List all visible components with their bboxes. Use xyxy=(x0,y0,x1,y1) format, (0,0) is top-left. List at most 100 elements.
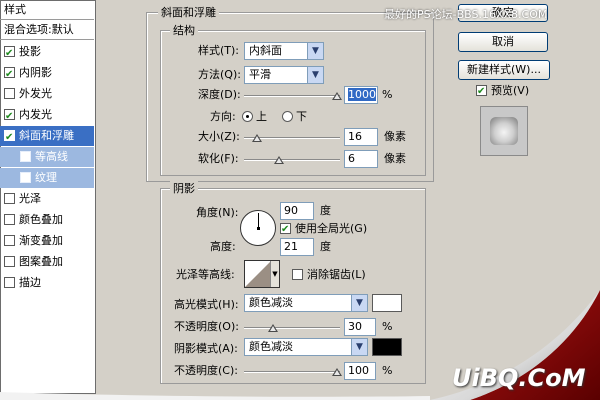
sidebar-item-label: 纹理 xyxy=(35,171,57,184)
style-label: 样式(T): xyxy=(198,44,240,57)
direction-label: 方向: xyxy=(210,110,236,123)
size-slider-thumb[interactable] xyxy=(252,134,262,142)
checkbox-icon[interactable] xyxy=(4,193,15,204)
sidebar-item[interactable]: 投影 xyxy=(0,42,94,62)
sidebar-item-label: 颜色叠加 xyxy=(19,213,63,226)
size-input[interactable]: 16 xyxy=(344,128,378,146)
sidebar-item[interactable]: 图案叠加 xyxy=(0,252,94,272)
checkbox-icon xyxy=(292,269,303,280)
gloss-contour-label: 光泽等高线: xyxy=(176,268,235,281)
sidebar-item[interactable]: 混合选项:默认 xyxy=(0,20,94,40)
shadow-opacity-track[interactable] xyxy=(244,371,340,373)
highlight-opacity-input[interactable]: 30 xyxy=(344,318,376,336)
global-light-checkbox[interactable]: 使用全局光(G) xyxy=(280,220,367,239)
soften-input[interactable]: 6 xyxy=(344,150,378,168)
radio-selected-icon xyxy=(242,111,253,122)
sidebar-item-label: 混合选项:默认 xyxy=(4,23,74,36)
angle-dial[interactable] xyxy=(240,210,276,246)
preview-bevel-image xyxy=(490,117,518,145)
highlight-opacity-unit: % xyxy=(382,320,393,333)
size-unit: 像素 xyxy=(384,130,406,143)
chevron-down-icon: ▼ xyxy=(307,43,323,59)
angle-input[interactable]: 90 xyxy=(280,202,314,220)
contour-curve-icon xyxy=(245,261,271,287)
angle-dial-center-icon xyxy=(257,227,260,230)
shadow-color-swatch[interactable] xyxy=(372,338,402,356)
highlight-mode-label: 高光模式(H): xyxy=(174,298,239,311)
sidebar-item-label: 样式 xyxy=(4,3,26,16)
technique-select[interactable]: 平滑 ▼ xyxy=(244,66,324,84)
checkbox-checked-icon[interactable] xyxy=(4,128,15,146)
soften-slider-thumb[interactable] xyxy=(274,156,284,164)
checkbox-icon[interactable] xyxy=(4,214,15,225)
radio-icon xyxy=(282,111,293,122)
sidebar-item[interactable]: 内阴影 xyxy=(0,63,94,83)
checkbox-icon[interactable] xyxy=(20,172,31,183)
bevel-group-title: 斜面和浮雕 xyxy=(158,4,219,20)
shadow-mode-select[interactable]: 颜色减淡 ▼ xyxy=(244,338,368,356)
checkbox-checked-icon[interactable] xyxy=(4,107,15,125)
angle-unit: 度 xyxy=(320,204,331,217)
sidebar-item[interactable]: 斜面和浮雕 xyxy=(0,126,94,146)
soften-label: 软化(F): xyxy=(198,152,239,165)
highlight-mode-select[interactable]: 颜色减淡 ▼ xyxy=(244,294,368,312)
sidebar-item[interactable]: 描边 xyxy=(0,273,94,293)
checkbox-checked-icon xyxy=(476,83,487,101)
sidebar-item[interactable]: 颜色叠加 xyxy=(0,210,94,230)
new-style-button[interactable]: 新建样式(W)... xyxy=(458,60,550,80)
preview-thumbnail xyxy=(480,106,528,156)
sidebar-item-label: 描边 xyxy=(19,276,41,289)
depth-label: 深度(D): xyxy=(198,88,241,101)
altitude-input[interactable]: 21 xyxy=(280,238,314,256)
sidebar-item-label: 图案叠加 xyxy=(19,255,63,268)
sidebar-item[interactable]: 等高线 xyxy=(0,147,94,167)
chevron-down-icon: ▼ xyxy=(307,67,323,83)
depth-slider-track[interactable] xyxy=(244,95,340,97)
checkbox-checked-icon[interactable] xyxy=(4,44,15,62)
antialias-checkbox[interactable]: 消除锯齿(L) xyxy=(292,266,366,284)
highlight-color-swatch[interactable] xyxy=(372,294,402,312)
sidebar-item[interactable]: 纹理 xyxy=(0,168,94,188)
shadow-opacity-label: 不透明度(C): xyxy=(174,364,238,377)
checkbox-icon[interactable] xyxy=(4,277,15,288)
sidebar-item-label: 外发光 xyxy=(19,87,52,100)
sidebar-item-label: 内发光 xyxy=(19,108,52,121)
sidebar-item[interactable]: 光泽 xyxy=(0,189,94,209)
chevron-down-icon: ▼ xyxy=(351,339,367,355)
chevron-down-icon: ▼ xyxy=(351,295,367,311)
technique-label: 方法(Q): xyxy=(198,68,241,81)
sidebar-item-label: 斜面和浮雕 xyxy=(19,129,74,142)
angle-label: 角度(N): xyxy=(196,206,239,219)
gloss-contour-picker[interactable]: ▼ xyxy=(244,260,280,288)
shadow-mode-label: 阴影模式(A): xyxy=(174,342,238,355)
shadow-opacity-unit: % xyxy=(382,364,393,377)
soften-slider-track[interactable] xyxy=(244,159,340,161)
highlight-opacity-track[interactable] xyxy=(244,327,340,329)
direction-up-radio[interactable]: 上 xyxy=(242,108,267,126)
sidebar-item[interactable]: 渐变叠加 xyxy=(0,231,94,251)
shadow-opacity-thumb[interactable] xyxy=(332,368,342,376)
checkbox-checked-icon[interactable] xyxy=(4,65,15,83)
checkbox-checked-icon xyxy=(280,221,291,239)
shadow-opacity-input[interactable]: 100 xyxy=(344,362,376,380)
sidebar-item-label: 光泽 xyxy=(19,192,41,205)
preview-checkbox[interactable]: 预览(V) xyxy=(476,82,529,101)
highlight-opacity-thumb[interactable] xyxy=(268,324,278,332)
depth-slider-thumb[interactable] xyxy=(332,92,342,100)
depth-input[interactable]: 1000 xyxy=(344,86,378,104)
checkbox-icon[interactable] xyxy=(4,235,15,246)
style-select[interactable]: 内斜面 ▼ xyxy=(244,42,324,60)
sidebar-item[interactable]: 外发光 xyxy=(0,84,94,104)
soften-unit: 像素 xyxy=(384,152,406,165)
checkbox-icon[interactable] xyxy=(4,88,15,99)
checkbox-icon[interactable] xyxy=(20,151,31,162)
depth-unit: % xyxy=(382,88,393,101)
sidebar-item[interactable]: 内发光 xyxy=(0,105,94,125)
altitude-label: 高度: xyxy=(210,240,236,253)
checkbox-icon[interactable] xyxy=(4,256,15,267)
shading-title: 阴影 xyxy=(170,180,198,196)
sidebar-item[interactable]: 样式 xyxy=(0,0,94,20)
direction-down-radio[interactable]: 下 xyxy=(282,108,307,126)
highlight-opacity-label: 不透明度(O): xyxy=(174,320,239,333)
cancel-button[interactable]: 取消 xyxy=(458,32,548,52)
